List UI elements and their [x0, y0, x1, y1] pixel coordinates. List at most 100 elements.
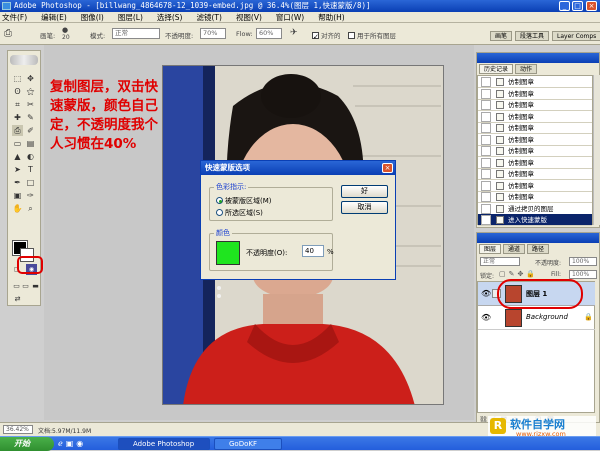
cancel-button[interactable]: 取消: [341, 201, 388, 214]
history-source-box[interactable]: [481, 134, 491, 145]
history-item[interactable]: 通过拷贝的图层: [478, 203, 592, 215]
history-item[interactable]: 仿制图章: [478, 134, 592, 146]
dodge-tool-icon[interactable]: ◐: [25, 151, 36, 162]
layer-row-background[interactable]: 👁 Background 🔒: [478, 306, 595, 330]
history-item[interactable]: 仿制图章: [478, 157, 592, 169]
pen-tool-icon[interactable]: ✒: [12, 177, 23, 188]
brush-dot-icon[interactable]: ●: [62, 26, 68, 34]
airbrush-icon[interactable]: ✈: [290, 28, 298, 38]
clone-stamp-tool-icon[interactable]: ⎙: [12, 125, 23, 136]
history-source-box[interactable]: [481, 203, 491, 214]
history-item[interactable]: 进入快速蒙版: [478, 214, 592, 226]
history-source-box[interactable]: [481, 100, 491, 110]
history-source-box[interactable]: [481, 111, 491, 122]
history-item[interactable]: 仿制图章: [478, 180, 592, 192]
history-item[interactable]: 仿制图章: [478, 191, 592, 203]
history-brush-tool-icon[interactable]: ✐: [25, 125, 36, 136]
history-source-box[interactable]: [481, 180, 491, 191]
history-source-box[interactable]: [481, 157, 491, 168]
selected-areas-radio[interactable]: 所选区域(S): [216, 208, 263, 218]
crop-tool-icon[interactable]: ⌗: [12, 99, 23, 110]
menu-image[interactable]: 图像(I): [81, 12, 104, 22]
eyedropper-tool-icon[interactable]: ✑: [25, 190, 36, 201]
history-item[interactable]: 仿制图章: [478, 76, 592, 88]
history-scrollbar[interactable]: [593, 75, 600, 225]
move-tool-icon[interactable]: ✥: [25, 73, 36, 84]
dialog-close-button[interactable]: ×: [382, 163, 393, 173]
eraser-tool-icon[interactable]: ▭: [12, 138, 23, 149]
magic-wand-tool-icon[interactable]: ⚝: [25, 86, 36, 97]
layers-opacity-field[interactable]: 100%: [569, 257, 597, 266]
masked-areas-radio[interactable]: 被蒙版区域(M): [216, 196, 272, 206]
palette-tab-brushes[interactable]: 画笔: [490, 31, 513, 41]
palette-tab-layer-comps[interactable]: Layer Comps: [552, 31, 600, 41]
path-selection-tool-icon[interactable]: ➤: [12, 164, 23, 175]
menu-edit[interactable]: 编辑(E): [41, 12, 67, 22]
close-button[interactable]: ×: [586, 1, 597, 11]
tab-actions[interactable]: 动作: [515, 64, 538, 74]
slice-tool-icon[interactable]: ✂: [25, 99, 36, 110]
menu-select[interactable]: 选择(S): [157, 12, 183, 22]
tab-channels[interactable]: 通道: [503, 244, 526, 254]
opacity-field[interactable]: 70%: [200, 28, 226, 39]
menu-help[interactable]: 帮助(H): [318, 12, 345, 22]
lasso-tool-icon[interactable]: ʘ: [12, 86, 23, 97]
menu-filter[interactable]: 滤镜(T): [197, 12, 222, 22]
taskbar-godokf[interactable]: GoDoKF: [214, 438, 282, 450]
marquee-tool-icon[interactable]: ⬚: [12, 73, 23, 84]
eye-icon[interactable]: 👁: [481, 313, 491, 322]
history-source-box[interactable]: [481, 123, 491, 133]
history-source-box[interactable]: [481, 77, 491, 87]
start-button[interactable]: 开始: [0, 437, 54, 451]
lock-icons[interactable]: ▢✎✥🔒: [499, 270, 538, 278]
shape-tool-icon[interactable]: □: [25, 177, 36, 188]
history-item[interactable]: 仿制图章: [478, 145, 592, 157]
history-source-box[interactable]: [481, 192, 491, 202]
minimize-button[interactable]: _: [559, 1, 570, 11]
show-desktop-icon[interactable]: ▣: [66, 439, 74, 448]
mask-color-swatch[interactable]: [216, 241, 240, 265]
hand-tool-icon[interactable]: ✋: [12, 203, 23, 214]
mode-select[interactable]: 正常: [112, 28, 160, 39]
ie-icon[interactable]: ℯ: [58, 439, 63, 448]
history-source-box[interactable]: [481, 88, 491, 99]
healing-brush-tool-icon[interactable]: ✚: [12, 112, 23, 123]
blend-mode-select[interactable]: 正常: [480, 257, 520, 266]
menu-file[interactable]: 文件(F): [2, 12, 27, 22]
history-source-box[interactable]: [481, 146, 491, 156]
history-item[interactable]: 仿制图章: [478, 168, 592, 180]
palette-tab-tool-presets[interactable]: 段落工具: [515, 31, 550, 41]
media-icon[interactable]: ◉: [76, 439, 83, 448]
menu-layer[interactable]: 图层(L): [118, 12, 143, 22]
history-source-box[interactable]: [481, 169, 491, 179]
tab-layers[interactable]: 图层: [479, 244, 502, 254]
blur-tool-icon[interactable]: ▲: [12, 151, 23, 162]
fill-field[interactable]: 100%: [569, 270, 597, 279]
all-layers-checkbox[interactable]: 用于所有图层: [348, 30, 396, 40]
aligned-checkbox[interactable]: 对齐的: [312, 30, 341, 40]
history-item[interactable]: 仿制图章: [478, 88, 592, 100]
history-source-box[interactable]: [481, 215, 491, 225]
screen-mode-full-icon[interactable]: ▬: [30, 281, 41, 292]
taskbar-photoshop[interactable]: Adobe Photoshop: [118, 438, 210, 450]
gradient-tool-icon[interactable]: ▤: [25, 138, 36, 149]
eye-icon[interactable]: 👁: [481, 289, 491, 298]
type-tool-icon[interactable]: T: [25, 164, 36, 175]
zoom-field[interactable]: 36.42%: [3, 425, 33, 434]
history-item[interactable]: 仿制图章: [478, 111, 592, 123]
restore-button[interactable]: □: [572, 1, 583, 11]
clone-stamp-icon[interactable]: ⎙: [4, 28, 12, 39]
history-item[interactable]: 仿制图章: [478, 99, 592, 111]
zoom-tool-icon[interactable]: ⌕: [25, 203, 36, 214]
notes-tool-icon[interactable]: ▣: [12, 190, 23, 201]
tab-paths[interactable]: 路径: [527, 244, 550, 254]
history-item[interactable]: 仿制图章: [478, 122, 592, 134]
flow-field[interactable]: 60%: [256, 28, 282, 39]
tab-history[interactable]: 历史记录: [479, 64, 514, 74]
menu-view[interactable]: 视图(V): [236, 12, 262, 22]
brush-tool-icon[interactable]: ✎: [25, 112, 36, 123]
ok-button[interactable]: 好: [341, 185, 388, 198]
jump-to-imageready-icon[interactable]: ⇄: [12, 294, 23, 305]
dialog-opacity-field[interactable]: 40: [302, 245, 324, 257]
menu-window[interactable]: 窗口(W): [276, 12, 304, 22]
